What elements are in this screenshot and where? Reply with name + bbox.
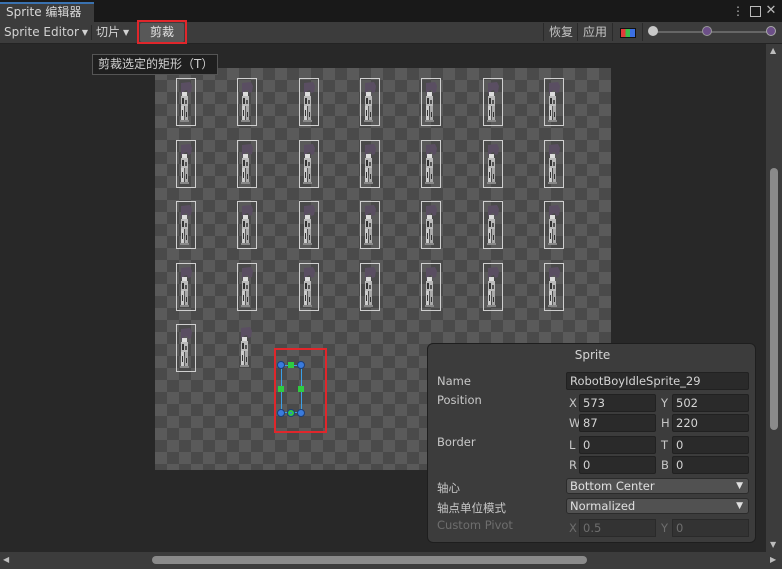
tab-sprite-editor[interactable]: Sprite 编辑器 xyxy=(0,2,94,22)
vertical-ellipsis-icon[interactable]: ⋮ xyxy=(731,4,745,18)
slice-dropdown[interactable]: 切片 ▼ xyxy=(96,22,129,43)
sprite-rect[interactable] xyxy=(299,140,319,188)
scroll-right-icon[interactable]: ▶ xyxy=(770,555,776,564)
sprite-editor-toolbar: Sprite Editor ▼ 切片 ▼ xyxy=(0,22,782,44)
sprite-rect[interactable] xyxy=(483,140,503,188)
y-label: Y xyxy=(661,396,669,410)
sprite-rect[interactable] xyxy=(237,201,257,249)
sprite-rect[interactable] xyxy=(176,263,196,311)
close-icon[interactable]: ✕ xyxy=(764,4,778,18)
selected-sprite-highlight xyxy=(274,348,327,433)
slice-dropdown-label: 切片 xyxy=(96,25,121,39)
sprite-rect[interactable] xyxy=(237,324,257,372)
position-y-field[interactable]: 502 xyxy=(672,394,749,412)
vertical-scroll-thumb[interactable] xyxy=(770,168,778,430)
chevron-down-icon: ▼ xyxy=(123,28,130,37)
sprite-rect[interactable] xyxy=(360,263,380,311)
width-field[interactable]: 87 xyxy=(579,414,656,432)
sprite-rect[interactable] xyxy=(237,78,257,126)
height-field[interactable]: 220 xyxy=(672,414,749,432)
zoom-slider-handle[interactable] xyxy=(648,26,658,36)
rgb-channels-icon xyxy=(620,28,636,38)
tooltip: 剪裁选定的矩形（T） xyxy=(92,54,218,75)
sprite-rect[interactable] xyxy=(237,140,257,188)
sprite-rect[interactable] xyxy=(176,78,196,126)
custom-pivot-x-label: X xyxy=(569,521,577,535)
sprite-rect[interactable] xyxy=(544,140,564,188)
sprite-inspector-panel: Sprite Name RobotBoyIdleSprite_29 Positi… xyxy=(427,343,756,543)
border-left-field[interactable]: 0 xyxy=(579,436,656,454)
h-label: H xyxy=(661,416,670,430)
window-tab-bar: Sprite 编辑器 ⋮ ✕ xyxy=(0,0,782,22)
sprite-rect[interactable] xyxy=(360,201,380,249)
color-channel-toggle[interactable] xyxy=(612,23,643,41)
border-bottom-field[interactable]: 0 xyxy=(672,456,749,474)
panel-title: Sprite xyxy=(574,348,611,362)
sprite-rect[interactable] xyxy=(483,263,503,311)
border-label: Border xyxy=(437,435,476,449)
chevron-down-icon: ▼ xyxy=(736,501,743,511)
horizontal-scroll-thumb[interactable] xyxy=(152,556,587,564)
pivot-dropdown[interactable]: Bottom Center ▼ xyxy=(566,478,749,494)
custom-pivot-label: Custom Pivot xyxy=(437,518,513,532)
sprite-rect[interactable] xyxy=(237,263,257,311)
position-label: Position xyxy=(437,393,482,407)
pivot-dropdown-value: Bottom Center xyxy=(570,479,655,493)
sprite-rect[interactable] xyxy=(421,140,441,188)
scroll-down-icon[interactable]: ▼ xyxy=(770,540,776,549)
pivot-unit-dropdown[interactable]: Normalized ▼ xyxy=(566,498,749,514)
chevron-down-icon: ▼ xyxy=(736,481,743,491)
mode-dropdown[interactable]: Sprite Editor ▼ xyxy=(4,22,88,43)
border-right-field[interactable]: 0 xyxy=(579,456,656,474)
maximize-icon[interactable] xyxy=(748,4,762,18)
position-x-field[interactable]: 573 xyxy=(579,394,656,412)
apply-button[interactable]: 应用 xyxy=(577,23,613,41)
sprite-rect[interactable] xyxy=(360,140,380,188)
sprite-rect[interactable] xyxy=(299,78,319,126)
sprite-rect[interactable] xyxy=(483,201,503,249)
sprite-rect[interactable] xyxy=(544,78,564,126)
sprite-rect[interactable] xyxy=(360,78,380,126)
name-label: Name xyxy=(437,374,471,388)
r-label: R xyxy=(569,458,577,472)
sprite-rect[interactable] xyxy=(483,78,503,126)
border-top-field[interactable]: 0 xyxy=(672,436,749,454)
mode-dropdown-label: Sprite Editor xyxy=(4,25,79,39)
sprite-rect[interactable] xyxy=(421,201,441,249)
sprite-rect[interactable] xyxy=(544,263,564,311)
sprite-rect[interactable] xyxy=(299,263,319,311)
sprite-rect[interactable] xyxy=(421,78,441,126)
pivot-unit-label: 轴点单位模式 xyxy=(437,501,506,515)
sprite-rect[interactable] xyxy=(176,201,196,249)
pivot-unit-dropdown-value: Normalized xyxy=(570,499,636,513)
x-label: X xyxy=(569,396,577,410)
sprite-rect[interactable] xyxy=(176,324,196,372)
vertical-scrollbar[interactable]: ▲ ▼ xyxy=(766,44,782,552)
horizontal-scrollbar[interactable]: ◀ ▶ xyxy=(0,552,782,569)
scroll-up-icon[interactable]: ▲ xyxy=(770,46,776,55)
scroll-left-icon[interactable]: ◀ xyxy=(3,555,9,564)
mip-level-handle[interactable] xyxy=(702,26,712,36)
custom-pivot-y-field: 0 xyxy=(672,519,749,537)
sprite-rect[interactable] xyxy=(176,140,196,188)
custom-pivot-x-field: 0.5 xyxy=(579,519,656,537)
b-label: B xyxy=(661,458,669,472)
sprite-rect[interactable] xyxy=(299,201,319,249)
revert-button[interactable]: 恢复 xyxy=(543,23,578,41)
chevron-down-icon: ▼ xyxy=(81,28,89,37)
l-label: L xyxy=(569,438,576,452)
toolbar-divider xyxy=(91,25,92,40)
t-label: T xyxy=(661,438,669,452)
mip-level-icon xyxy=(766,26,776,36)
name-field[interactable]: RobotBoyIdleSprite_29 xyxy=(566,372,749,390)
sprite-rect[interactable] xyxy=(544,201,564,249)
sprite-rect[interactable] xyxy=(421,263,441,311)
custom-pivot-y-label: Y xyxy=(661,521,669,535)
pivot-label: 轴心 xyxy=(437,481,460,495)
trim-button-highlight xyxy=(137,20,187,44)
